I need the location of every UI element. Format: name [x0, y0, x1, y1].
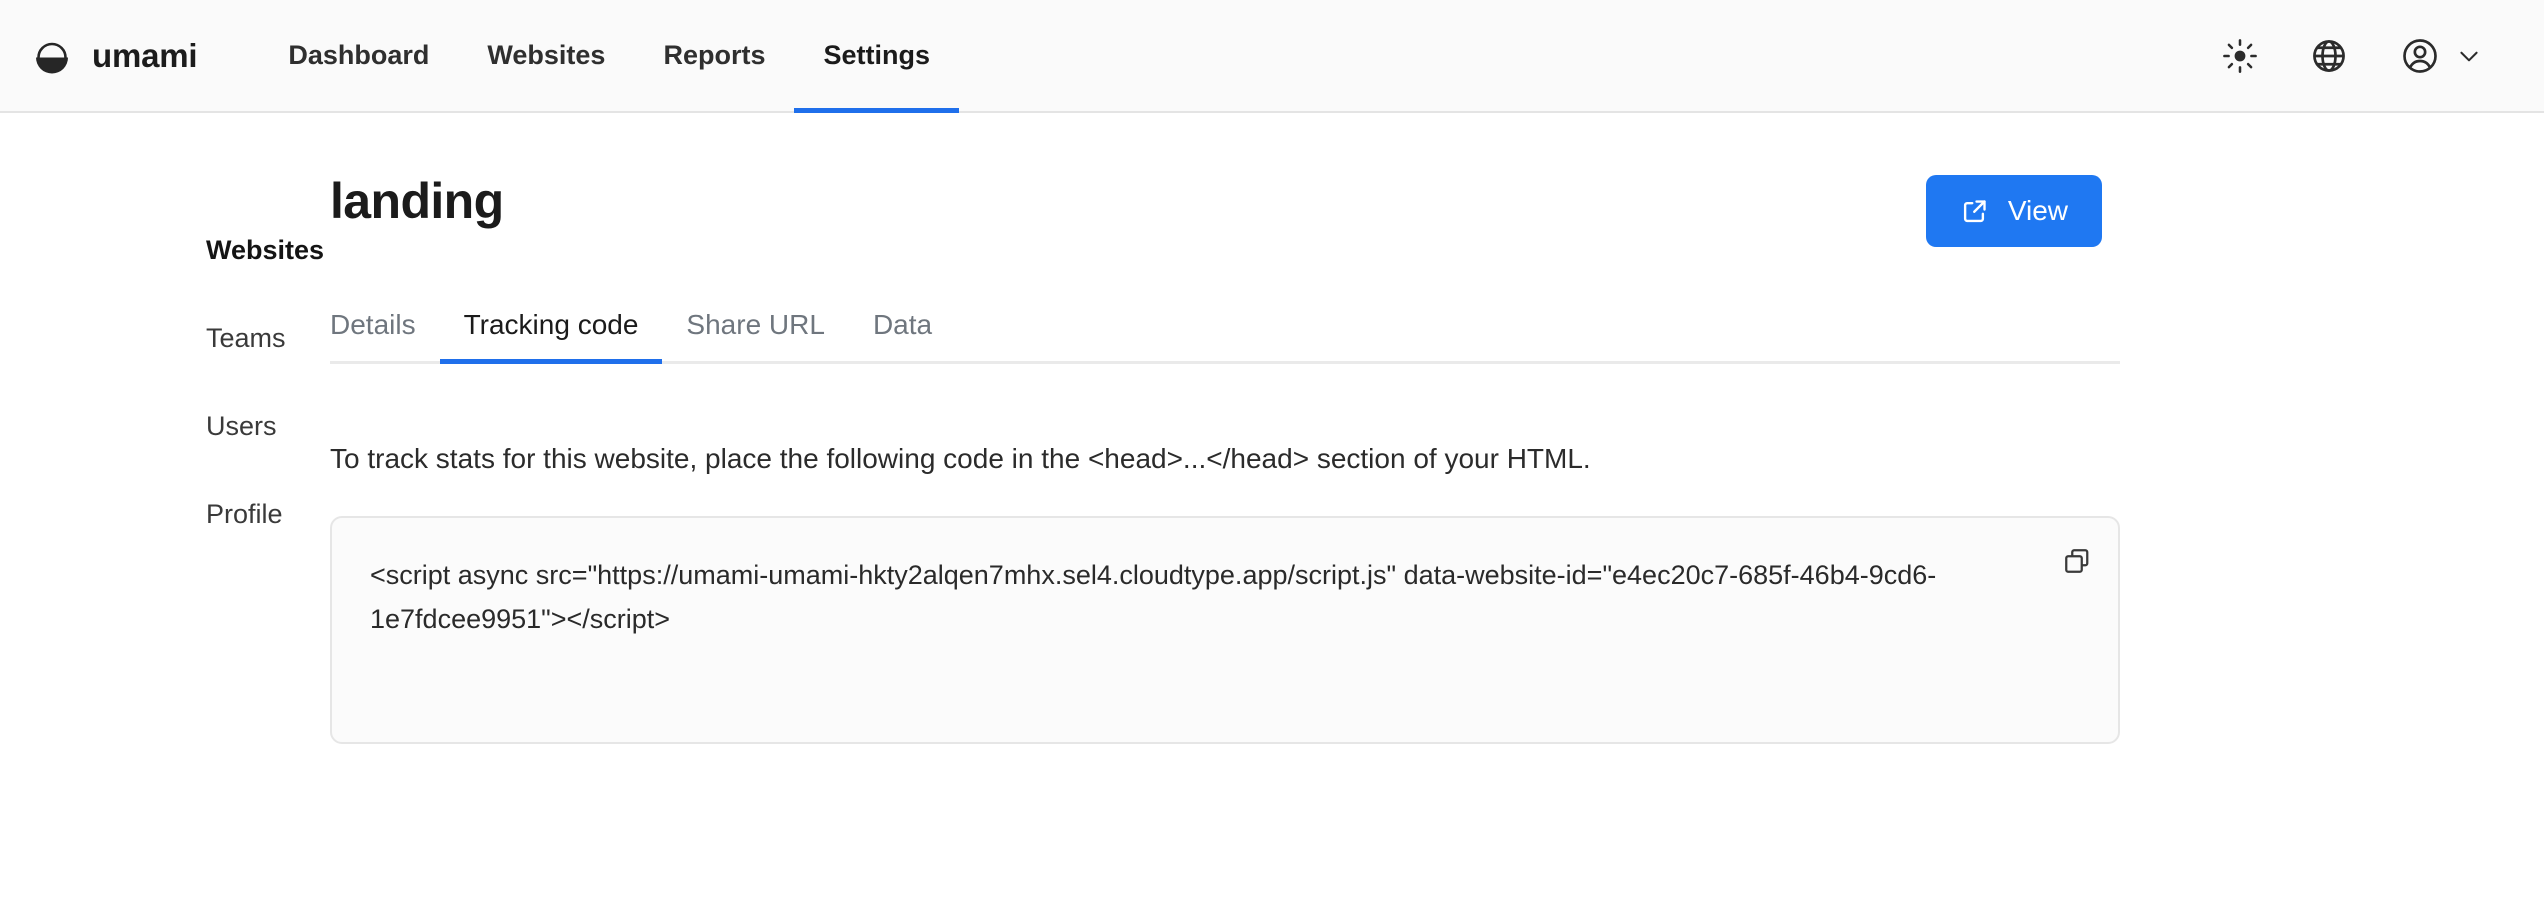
user-circle-icon [2400, 36, 2440, 76]
brand-name: umami [92, 37, 197, 75]
view-button-label: View [2008, 195, 2068, 227]
umami-bowl-logo-icon [30, 34, 74, 78]
content-header: landing View [330, 175, 2120, 247]
nav-item-dashboard[interactable]: Dashboard [259, 0, 458, 111]
main-nav: Dashboard Websites Reports Settings [259, 0, 959, 111]
chevron-down-icon [2456, 43, 2482, 69]
external-link-icon [1960, 196, 1990, 226]
page-title: landing [330, 175, 504, 228]
sidebar-item-teams[interactable]: Teams [206, 323, 330, 354]
view-button[interactable]: View [1926, 175, 2102, 247]
tracking-code-description: To track stats for this website, place t… [330, 439, 2120, 478]
tab-tracking-code[interactable]: Tracking code [440, 309, 663, 361]
profile-menu-button[interactable] [2400, 36, 2482, 76]
nav-item-reports[interactable]: Reports [634, 0, 794, 111]
sidebar-item-profile[interactable]: Profile [206, 499, 330, 530]
tracking-code-box[interactable]: <script async src="https://umami-umami-h… [330, 516, 2120, 744]
settings-content: landing View Details Tracking code Share… [330, 175, 2240, 744]
sun-icon[interactable] [2222, 38, 2258, 74]
nav-item-websites[interactable]: Websites [458, 0, 634, 111]
tab-data[interactable]: Data [849, 309, 956, 361]
top-bar-actions [2222, 36, 2482, 76]
tab-details[interactable]: Details [330, 309, 440, 361]
globe-icon[interactable] [2310, 37, 2348, 75]
tab-share-url[interactable]: Share URL [662, 309, 849, 361]
nav-item-settings[interactable]: Settings [794, 0, 959, 111]
sidebar-item-users[interactable]: Users [206, 411, 330, 442]
tracking-code-snippet: <script async src="https://umami-umami-h… [370, 554, 2008, 641]
settings-tabs: Details Tracking code Share URL Data [330, 309, 2120, 364]
sidebar-item-websites[interactable]: Websites [206, 235, 330, 266]
copy-icon[interactable] [2062, 546, 2092, 576]
settings-sidebar: Websites Teams Users Profile [0, 175, 330, 744]
top-navigation-bar: umami Dashboard Websites Reports Setting… [0, 0, 2544, 113]
page-body: Websites Teams Users Profile landing Vie… [0, 113, 2544, 744]
brand-logo-group[interactable]: umami [30, 34, 197, 78]
